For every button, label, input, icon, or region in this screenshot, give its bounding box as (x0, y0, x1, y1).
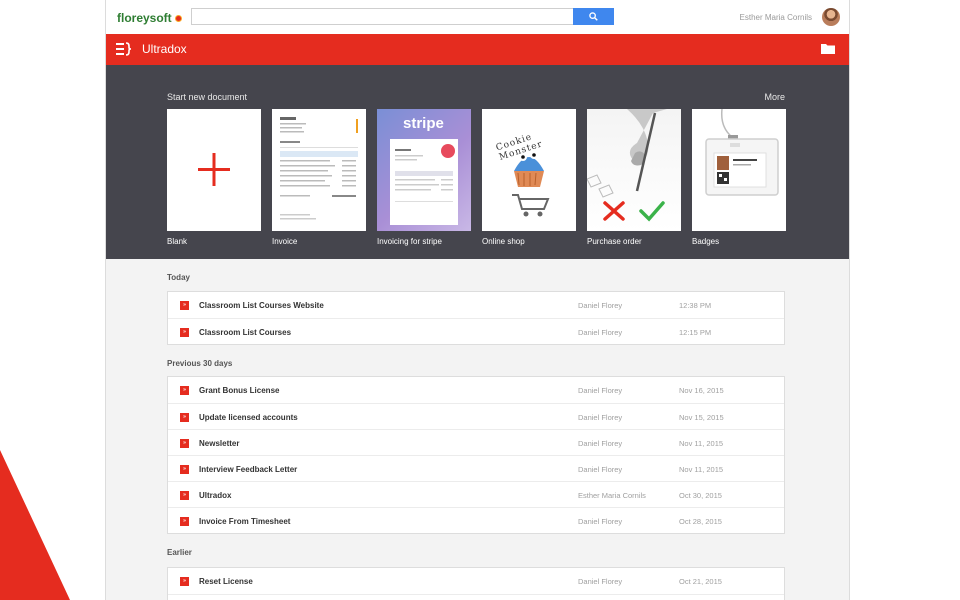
avatar[interactable] (822, 8, 840, 26)
document-row[interactable]: » Classroom List Courses Website Daniel … (168, 292, 784, 318)
document-date: Nov 15, 2015 (679, 413, 724, 422)
search-input[interactable] (191, 8, 573, 25)
document-name[interactable]: Invoice From Timesheet (199, 517, 290, 526)
checkmark-cross-icon (587, 109, 667, 222)
document-list-earlier: » Reset License Daniel Florey Oct 21, 20… (167, 567, 785, 600)
document-row[interactable]: » Newsletter Daniel Florey Nov 11, 2015 (168, 429, 784, 455)
section-title-previous: Previous 30 days (167, 359, 233, 368)
document-date: Oct 28, 2015 (679, 517, 722, 526)
template-thumbnail (692, 109, 786, 231)
app-header: Ultradox (106, 34, 849, 65)
stripe-preview-icon (390, 139, 458, 225)
document-owner: Daniel Florey (578, 386, 623, 395)
document-row[interactable]: » Interview Feedback Letter Daniel Flore… (168, 455, 784, 481)
document-name[interactable]: Classroom List Courses (199, 328, 291, 337)
menu-icon[interactable] (116, 42, 132, 56)
templates-title: Start new document (167, 92, 248, 102)
brand-name: floreysoft (117, 11, 172, 25)
document-date: Nov 16, 2015 (679, 386, 724, 395)
document-name[interactable]: Interview Feedback Letter (199, 465, 297, 474)
document-date: Oct 21, 2015 (679, 577, 722, 586)
template-blank[interactable]: Blank (167, 109, 261, 246)
folder-icon[interactable] (821, 43, 835, 54)
template-thumbnail: stripe (377, 109, 471, 231)
document-row[interactable]: » Ultradox Esther Maria Cornils Oct 30, … (168, 481, 784, 507)
document-row[interactable]: » Update licensed accounts Daniel Florey… (168, 403, 784, 429)
document-owner: Daniel Florey (578, 577, 623, 586)
document-row[interactable]: » Grant Bonus License Daniel Florey Nov … (168, 377, 784, 403)
document-row[interactable]: » Classroom List Courses Daniel Florey 1… (168, 318, 784, 344)
document-owner: Daniel Florey (578, 439, 623, 448)
document-date: 12:38 PM (679, 301, 712, 310)
document-name[interactable]: Grant Bonus License (199, 386, 279, 395)
document-icon: » (180, 413, 189, 422)
document-name[interactable]: Ultradox (199, 491, 231, 500)
template-label: Invoicing for stripe (377, 237, 442, 246)
template-label: Online shop (482, 237, 525, 246)
section-title-earlier: Earlier (167, 548, 192, 557)
document-name[interactable]: Newsletter (199, 439, 239, 448)
user-name[interactable]: Esther Maria Cornils (740, 13, 812, 22)
template-thumbnail (587, 109, 681, 231)
template-invoice[interactable]: Invoice (272, 109, 366, 246)
document-icon: » (180, 386, 189, 395)
document-icon: » (180, 517, 189, 526)
document-row[interactable]: » Invoice From Timesheet Daniel Florey O… (168, 507, 784, 533)
document-owner: Daniel Florey (578, 301, 623, 310)
document-icon: » (180, 491, 189, 500)
document-name[interactable]: Reset License (199, 577, 253, 586)
plus-icon (198, 153, 230, 186)
document-owner: Daniel Florey (578, 328, 623, 337)
document-row[interactable]: » Reset License Daniel Florey Oct 21, 20… (168, 568, 784, 594)
template-label: Purchase order (587, 237, 642, 246)
document-date: Nov 11, 2015 (679, 465, 724, 474)
document-icon: » (180, 439, 189, 448)
more-templates-link[interactable]: More (764, 92, 785, 102)
document-owner: Esther Maria Cornils (578, 491, 646, 500)
template-invoicing-stripe[interactable]: stripe Invoicing for stripe (377, 109, 471, 246)
document-list-today: » Classroom List Courses Website Daniel … (167, 291, 785, 345)
template-badges[interactable]: Badges (692, 109, 786, 246)
brand-dot-icon (174, 15, 182, 22)
template-online-shop[interactable]: Cookie Monster Online shop (482, 109, 576, 246)
document-icon: » (180, 465, 189, 474)
document-owner: Daniel Florey (578, 517, 623, 526)
template-purchase-order[interactable]: Purchase order (587, 109, 681, 246)
template-label: Invoice (272, 237, 298, 246)
decorative-red-triangle (0, 450, 70, 600)
section-title-today: Today (167, 273, 190, 282)
top-bar: floreysoft Esther Maria Cornils (106, 0, 849, 34)
document-name[interactable]: Classroom List Courses Website (199, 301, 324, 310)
document-icon: » (180, 577, 189, 586)
document-list-previous: » Grant Bonus License Daniel Florey Nov … (167, 376, 785, 534)
document-row[interactable] (168, 594, 784, 600)
templates-panel: Start new document More Blank Invoice st… (106, 65, 849, 259)
badge-icon (705, 109, 779, 196)
document-owner: Daniel Florey (578, 413, 623, 422)
document-icon: » (180, 301, 189, 310)
app-window: floreysoft Esther Maria Cornils Ultradox… (105, 0, 850, 600)
document-date: Nov 11, 2015 (679, 439, 724, 448)
template-thumbnail (272, 109, 366, 231)
template-thumbnail (167, 109, 261, 231)
invoice-preview-icon (280, 117, 358, 220)
search-icon (589, 12, 598, 21)
document-icon: » (180, 328, 189, 337)
document-date: 12:15 PM (679, 328, 712, 337)
template-label: Blank (167, 237, 188, 246)
cupcake-cart-icon (512, 151, 550, 217)
document-date: Oct 30, 2015 (679, 491, 722, 500)
search-button[interactable] (573, 8, 614, 25)
template-thumbnail: Cookie Monster (482, 109, 576, 231)
brand-logo[interactable]: floreysoft (117, 11, 182, 25)
document-name[interactable]: Update licensed accounts (199, 413, 298, 422)
app-title: Ultradox (142, 42, 187, 56)
document-owner: Daniel Florey (578, 465, 623, 474)
template-label: Badges (692, 237, 720, 246)
